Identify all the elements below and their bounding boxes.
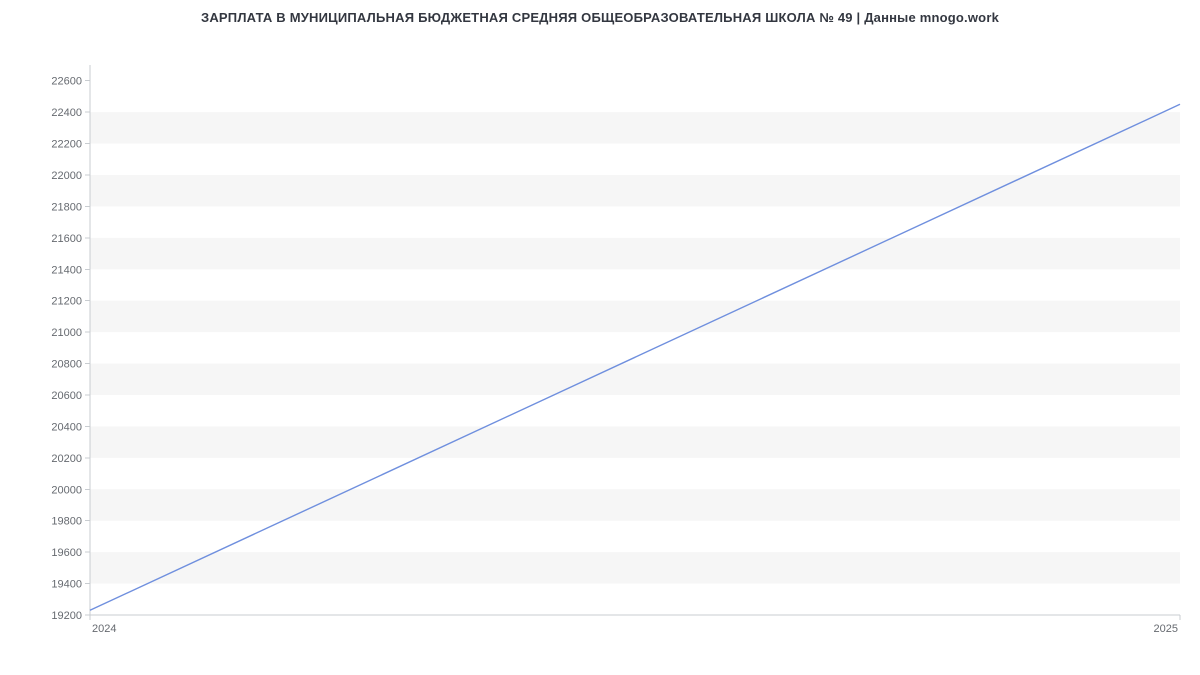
y-tick-label: 21600 [51, 233, 82, 245]
y-tick-label: 20200 [51, 453, 82, 465]
y-tick-label: 21400 [51, 264, 82, 276]
y-tick-label: 20400 [51, 421, 82, 433]
y-tick-label: 19600 [51, 547, 82, 559]
y-tick-label: 19800 [51, 516, 82, 528]
y-tick-label: 19200 [51, 610, 82, 622]
grid-band [90, 552, 1180, 583]
chart-svg: 19200 19400 19600 19800 20000 20200 20400 20600… [0, 25, 1200, 675]
y-tick-label: 20000 [51, 484, 82, 496]
y-tick-label: 20800 [51, 359, 82, 371]
grid-band [90, 301, 1180, 332]
grid-band [90, 112, 1180, 143]
y-tick-label: 22400 [51, 107, 82, 119]
y-tick-label: 20600 [51, 390, 82, 402]
y-tick-label: 19400 [51, 579, 82, 591]
grid-band [90, 364, 1180, 395]
salary-line-chart: ЗАРПЛАТА В МУНИЦИПАЛЬНАЯ БЮДЖЕТНАЯ СРЕДН… [0, 0, 1200, 650]
y-tick-label: 22600 [51, 76, 82, 88]
grid-band [90, 238, 1180, 269]
grid-band [90, 426, 1180, 457]
y-tick-label: 22000 [51, 170, 82, 182]
y-tick-label: 21200 [51, 296, 82, 308]
y-tick-label: 21800 [51, 201, 82, 213]
y-tick-label: 21000 [51, 327, 82, 339]
grid-band [90, 489, 1180, 520]
x-tick-label: 2025 [1154, 623, 1178, 635]
chart-title: ЗАРПЛАТА В МУНИЦИПАЛЬНАЯ БЮДЖЕТНАЯ СРЕДН… [0, 0, 1200, 25]
x-tick-label: 2024 [92, 623, 116, 635]
y-tick-label: 22200 [51, 139, 82, 151]
